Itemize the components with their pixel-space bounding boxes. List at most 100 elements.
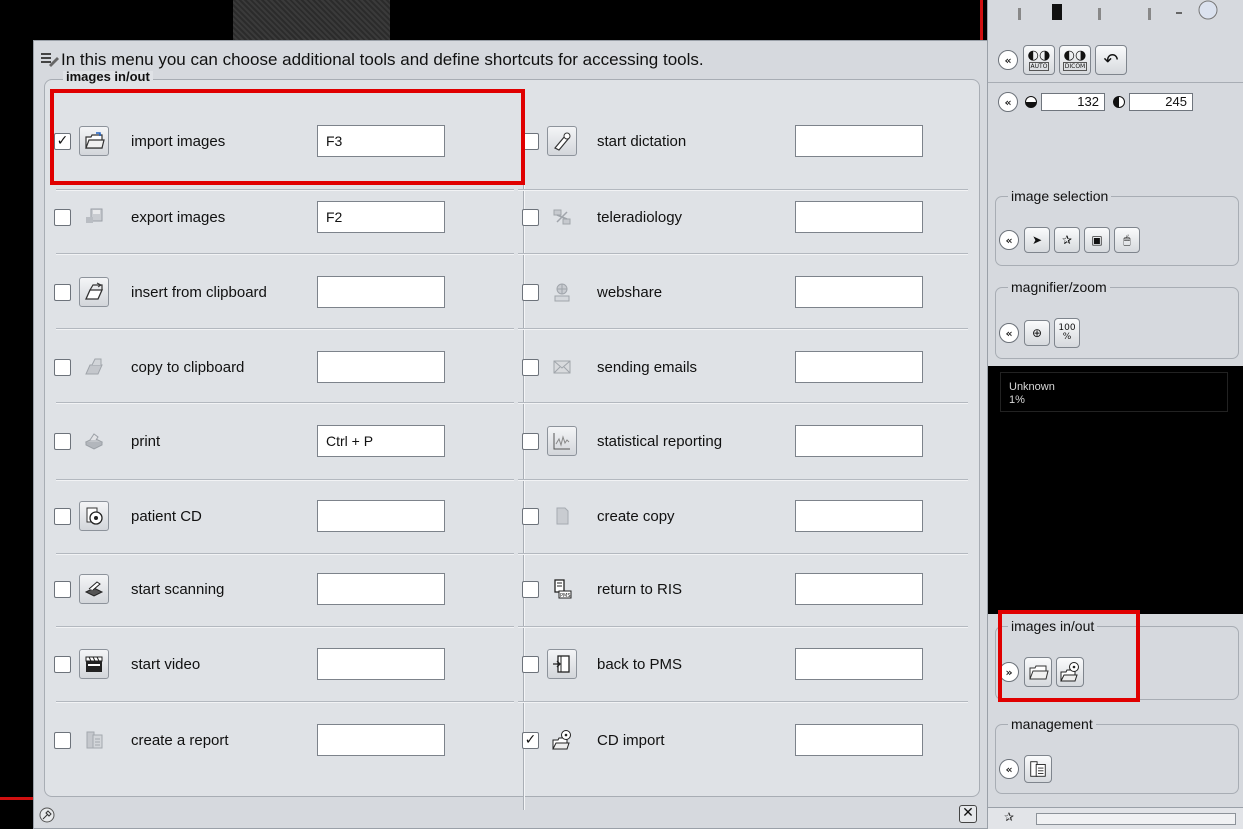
shortcut-field-create-a-report[interactable] bbox=[317, 724, 445, 756]
image-info-area: Unknown 1% bbox=[988, 366, 1243, 614]
report-button[interactable] bbox=[1024, 755, 1052, 783]
image-selection-group: image selection « ➤ ✰ ▣ 🖱 bbox=[995, 188, 1239, 266]
create-copy-checkbox[interactable] bbox=[522, 507, 539, 525]
shortcut-field-start-scanning[interactable] bbox=[317, 573, 445, 605]
collapse-icon[interactable]: « bbox=[998, 92, 1018, 112]
contrast-icon: ◐◑ bbox=[1063, 48, 1087, 63]
back-to-pms-checkbox[interactable] bbox=[522, 655, 539, 673]
shortcut-field-webshare[interactable] bbox=[795, 276, 923, 308]
tool-row-back-to-pms: back to PMS bbox=[522, 626, 962, 702]
report-icon[interactable] bbox=[79, 725, 109, 755]
shortcut-field-back-to-pms[interactable] bbox=[795, 648, 923, 680]
contrast-icon: ◐◑ bbox=[1027, 48, 1051, 63]
auto-window-button[interactable]: ◐◑ AUTO bbox=[1023, 45, 1055, 75]
tools-menu-icon bbox=[41, 53, 59, 67]
tool-row-insert-from-clipboard: insert from clipboard bbox=[54, 254, 504, 330]
insert-from-clipboard-checkbox[interactable] bbox=[54, 283, 71, 301]
print-checkbox[interactable] bbox=[54, 432, 71, 450]
shortcut-field-start-dictation[interactable] bbox=[795, 125, 923, 157]
create-a-report-checkbox[interactable] bbox=[54, 731, 71, 749]
envelope-icon[interactable] bbox=[547, 352, 577, 382]
shortcut-field-cd-import[interactable] bbox=[795, 724, 923, 756]
pointer-icon[interactable]: ➤ bbox=[1024, 227, 1050, 253]
tool-label: CD import bbox=[597, 731, 665, 749]
webshare-checkbox[interactable] bbox=[522, 283, 539, 301]
export-images-checkbox[interactable] bbox=[54, 208, 71, 226]
document-copy-icon[interactable] bbox=[547, 501, 577, 531]
dicom-window-button[interactable]: ◐◑ DICOM bbox=[1059, 45, 1091, 75]
collapse-icon[interactable]: « bbox=[999, 230, 1019, 250]
shortcut-field-teleradiology[interactable] bbox=[795, 201, 923, 233]
tool-row-teleradiology: teleradiology bbox=[522, 179, 962, 255]
mouse-icon[interactable]: 🖱 bbox=[1114, 227, 1140, 253]
tool-row-patient-cd: patient CD bbox=[54, 478, 504, 554]
full-screen-icon[interactable]: ▣ bbox=[1084, 227, 1110, 253]
undo-icon[interactable]: ↶ bbox=[1095, 45, 1127, 75]
close-icon[interactable]: ✕ bbox=[959, 805, 977, 823]
start-video-checkbox[interactable] bbox=[54, 655, 71, 673]
pin-icon[interactable]: ✰ bbox=[1004, 810, 1014, 824]
highlight-box-images-inout bbox=[998, 610, 1140, 702]
scanner-icon[interactable] bbox=[79, 574, 109, 604]
shortcut-field-create-copy[interactable] bbox=[795, 500, 923, 532]
zoom-in-icon[interactable]: ⊕ bbox=[1024, 320, 1050, 346]
window-center-field[interactable]: 132 bbox=[1041, 93, 1105, 111]
collapse-icon[interactable]: « bbox=[998, 50, 1018, 70]
info-line-1: Unknown bbox=[1009, 381, 1055, 393]
dicom-label: DICOM bbox=[1062, 62, 1088, 71]
tool-label: teleradiology bbox=[597, 208, 683, 226]
teleradiology-checkbox[interactable] bbox=[522, 208, 539, 226]
cd-import-checkbox[interactable]: ✓ bbox=[522, 731, 539, 749]
dialog-header-text: In this menu you can choose additional t… bbox=[61, 50, 704, 69]
shortcut-field-export-images[interactable] bbox=[317, 201, 445, 233]
cd-icon[interactable] bbox=[79, 501, 109, 531]
tool-label: create a report bbox=[131, 731, 229, 749]
zoom-100-button[interactable]: 100 % bbox=[1054, 318, 1080, 348]
shortcut-field-statistical-reporting[interactable] bbox=[795, 425, 923, 457]
tool-label: create copy bbox=[597, 507, 675, 525]
tool-row-export-images: export images bbox=[54, 179, 504, 255]
highlight-box-import-images bbox=[50, 89, 525, 185]
shortcut-field-insert-from-clipboard[interactable] bbox=[317, 276, 445, 308]
sending-emails-checkbox[interactable] bbox=[522, 358, 539, 376]
collapse-icon[interactable]: « bbox=[999, 323, 1019, 343]
teleradiology-icon[interactable] bbox=[547, 202, 577, 232]
www-globe-icon[interactable] bbox=[547, 277, 577, 307]
shortcut-field-return-to-ris[interactable] bbox=[795, 573, 923, 605]
patient-cd-checkbox[interactable] bbox=[54, 507, 71, 525]
floppy-disk-icon[interactable] bbox=[79, 202, 109, 232]
toolbar-slider-icon[interactable] bbox=[988, 0, 1243, 28]
cd-import-folder-icon[interactable] bbox=[547, 725, 577, 755]
return-to-ris-checkbox[interactable] bbox=[522, 580, 539, 598]
viewer-border-line-bottom bbox=[0, 797, 33, 800]
exit-door-icon[interactable] bbox=[547, 649, 577, 679]
clipboard-copy-icon[interactable] bbox=[79, 352, 109, 382]
statistics-chart-icon[interactable] bbox=[547, 426, 577, 456]
right-sidebar: « ◐◑ AUTO ◐◑ DICOM ↶ « 132 245 image sel… bbox=[987, 0, 1243, 829]
shortcut-field-copy-to-clipboard[interactable] bbox=[317, 351, 445, 383]
shortcut-field-patient-cd[interactable] bbox=[317, 500, 445, 532]
pin-icon[interactable]: ✰ bbox=[1054, 227, 1080, 253]
video-clapper-icon[interactable] bbox=[79, 649, 109, 679]
pms-return-icon[interactable]: PMS bbox=[547, 574, 577, 604]
image-selection-title: image selection bbox=[1008, 188, 1112, 204]
tool-label: copy to clipboard bbox=[131, 358, 245, 376]
collapse-icon[interactable]: « bbox=[999, 759, 1019, 779]
printer-icon[interactable] bbox=[79, 426, 109, 456]
shortcut-field-sending-emails[interactable] bbox=[795, 351, 923, 383]
clipboard-paste-icon[interactable] bbox=[79, 277, 109, 307]
settings-wrench-icon[interactable] bbox=[38, 806, 56, 824]
statistical-reporting-checkbox[interactable] bbox=[522, 432, 539, 450]
tool-label: print bbox=[131, 432, 161, 450]
tool-label: webshare bbox=[597, 283, 663, 301]
microphone-icon[interactable] bbox=[547, 126, 577, 156]
window-width-field[interactable]: 245 bbox=[1129, 93, 1193, 111]
viewer-top-strip bbox=[0, 0, 985, 42]
start-scanning-checkbox[interactable] bbox=[54, 580, 71, 598]
shortcut-field-start-video[interactable] bbox=[317, 648, 445, 680]
window-width-icon bbox=[1113, 96, 1125, 108]
copy-to-clipboard-checkbox[interactable] bbox=[54, 358, 71, 376]
sidebar-top-toolbar bbox=[988, 0, 1243, 28]
shortcut-field-print[interactable] bbox=[317, 425, 445, 457]
sidebar-divider bbox=[988, 82, 1243, 83]
